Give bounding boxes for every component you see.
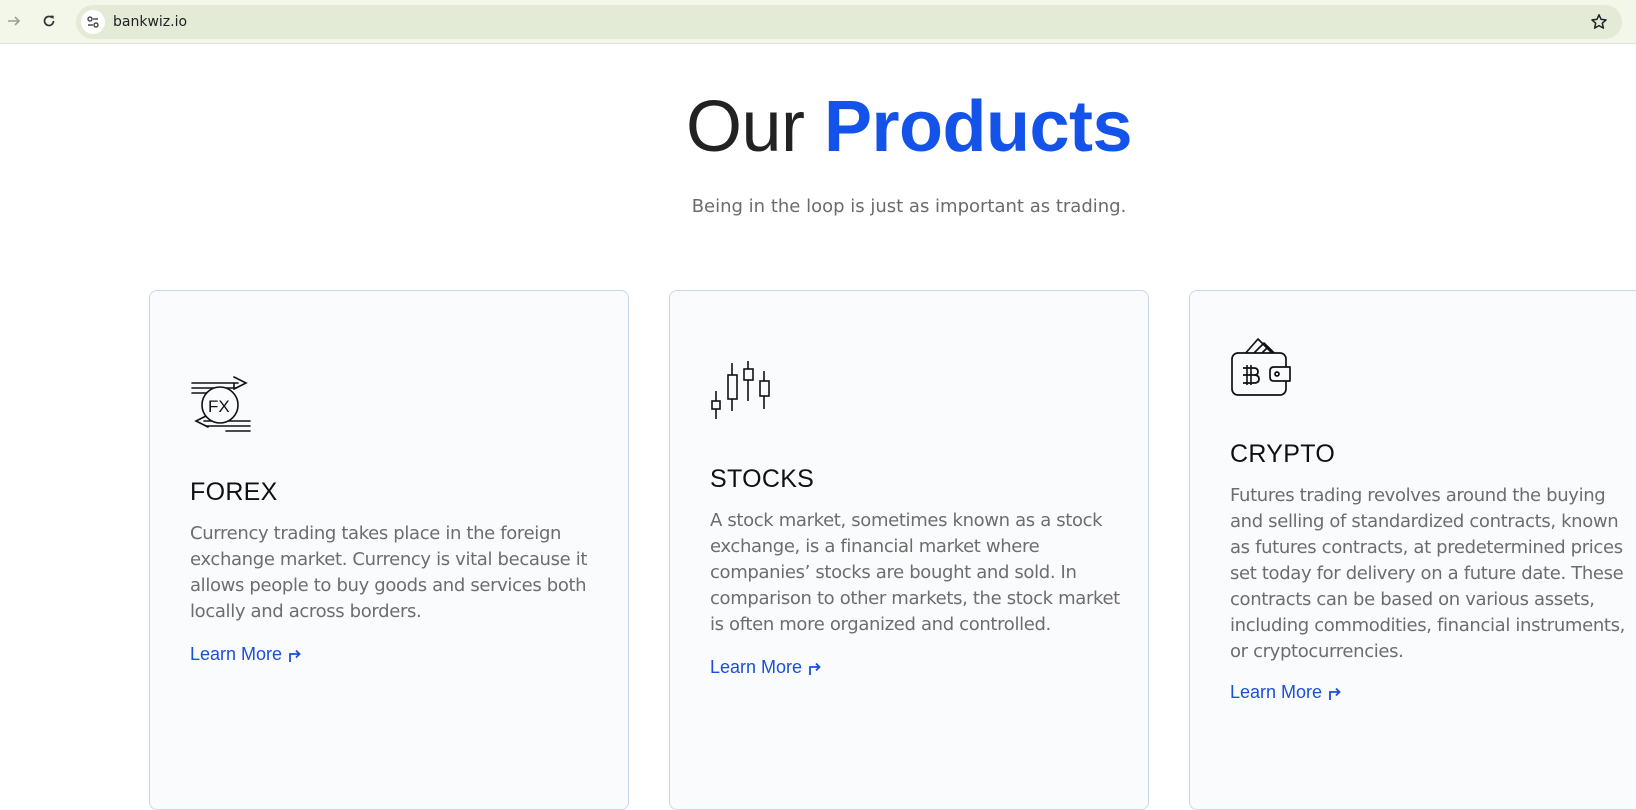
browser-toolbar: bankwiz.io (0, 0, 1636, 44)
reload-icon[interactable] (38, 10, 60, 32)
arrow-turn-icon (289, 649, 301, 662)
site-info-icon[interactable] (81, 10, 105, 34)
forex-exchange-icon: FX (190, 375, 252, 440)
learn-more-link[interactable]: Learn More (1230, 682, 1342, 703)
learn-more-label: Learn More (190, 644, 283, 664)
learn-more-link[interactable]: Learn More (190, 644, 302, 665)
address-bar[interactable]: bankwiz.io (76, 5, 1622, 39)
learn-more-label: Learn More (1230, 682, 1323, 702)
arrow-turn-icon (1329, 687, 1341, 700)
page-title: Our Products (0, 86, 1636, 168)
card-title: FOREX (190, 478, 278, 506)
card-title: STOCKS (710, 465, 815, 493)
title-prefix: Our (685, 87, 805, 167)
bitcoin-wallet-icon (1230, 335, 1292, 402)
card-description: A stock market, sometimes known as a sto… (710, 510, 1120, 635)
product-card-forex: FX FOREX Currency trading takes place in… (149, 290, 629, 810)
card-title: CRYPTO (1230, 440, 1336, 468)
product-card-stocks: STOCKS A stock market, sometimes known a… (669, 290, 1149, 810)
card-description: Currency trading takes place in the fore… (190, 523, 588, 622)
learn-more-label: Learn More (710, 657, 803, 677)
svg-text:FX: FX (208, 397, 230, 416)
forward-arrow-icon[interactable] (3, 10, 25, 32)
url-text[interactable]: bankwiz.io (113, 14, 187, 30)
page-subtitle: Being in the loop is just as important a… (691, 196, 1127, 217)
candlestick-chart-icon (710, 361, 772, 426)
card-description: Futures trading revolves around the buyi… (1230, 485, 1625, 662)
learn-more-link[interactable]: Learn More (710, 657, 822, 678)
bookmark-star-icon[interactable] (1588, 11, 1610, 33)
title-accent: Products (824, 87, 1133, 167)
product-card-crypto: CRYPTO Futures trading revolves around t… (1189, 290, 1636, 810)
arrow-turn-icon (809, 662, 821, 675)
